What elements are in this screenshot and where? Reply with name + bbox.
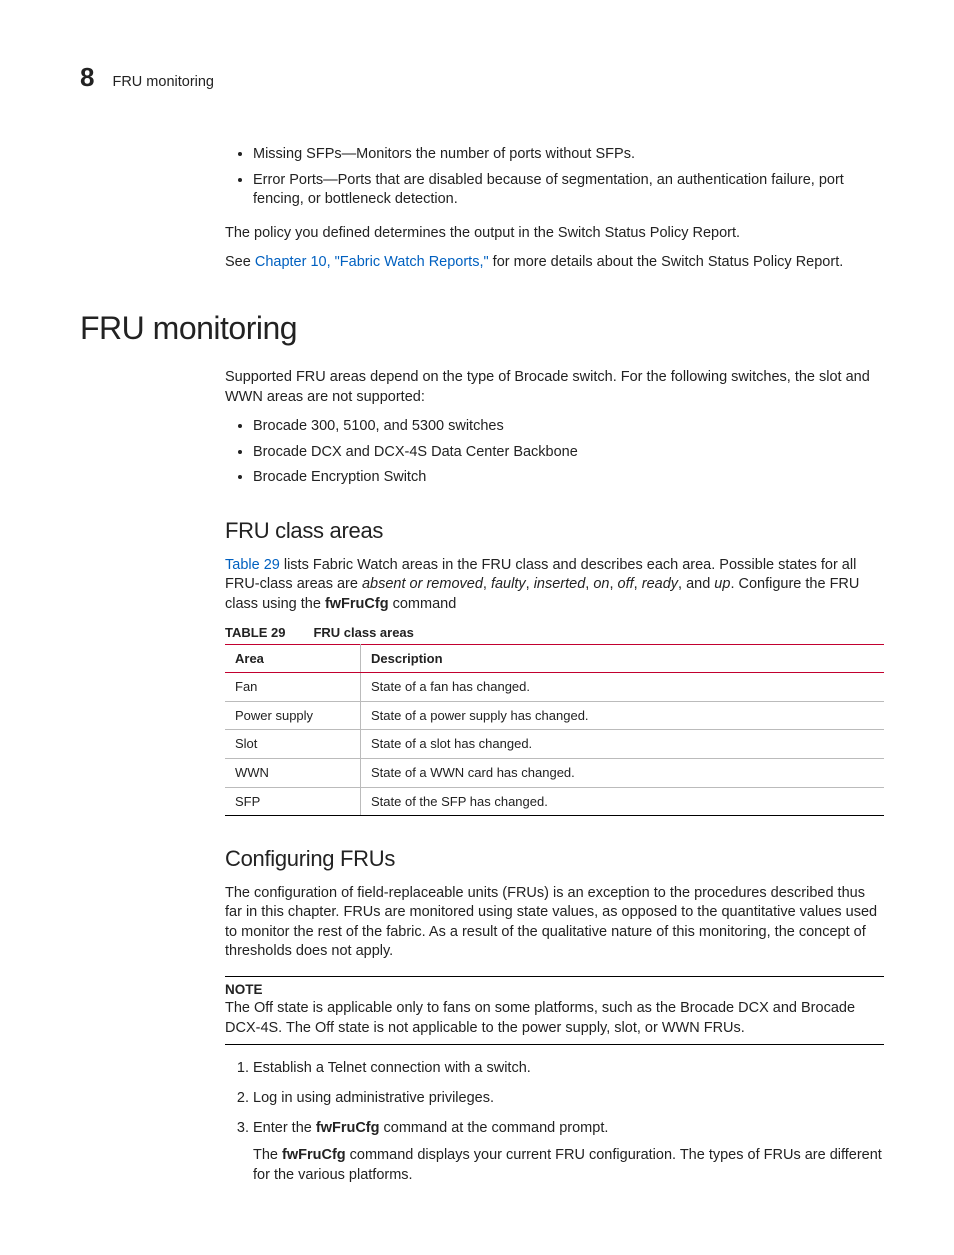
list-item: Error Ports—Ports that are disabled beca… bbox=[253, 171, 884, 210]
chapter-number: 8 bbox=[80, 60, 94, 95]
table-row: WWNState of a WWN card has changed. bbox=[225, 759, 884, 788]
table-title: FRU class areas bbox=[313, 625, 413, 640]
section-intro: Supported FRU areas depend on the type o… bbox=[225, 368, 884, 407]
text: command bbox=[389, 596, 457, 612]
list-item: Brocade Encryption Switch bbox=[253, 468, 884, 488]
command-name: fwFruCfg bbox=[316, 1120, 380, 1136]
state-term: faulty bbox=[491, 576, 526, 592]
fru-class-intro: Table 29 lists Fabric Watch areas in the… bbox=[225, 556, 884, 615]
note-label: NOTE bbox=[225, 981, 884, 999]
state-term: inserted bbox=[534, 576, 586, 592]
table-header-cell: Description bbox=[361, 644, 885, 673]
command-name: fwFruCfg bbox=[325, 596, 389, 612]
table-caption: TABLE 29 FRU class areas bbox=[225, 624, 884, 642]
text: command at the command prompt. bbox=[380, 1120, 609, 1136]
xref-link[interactable]: Chapter 10, "Fabric Watch Reports," bbox=[255, 254, 489, 270]
state-term: ready bbox=[642, 576, 678, 592]
table-row: Power supplyState of a power supply has … bbox=[225, 701, 884, 730]
table-number: TABLE 29 bbox=[225, 625, 285, 640]
list-item: Brocade 300, 5100, and 5300 switches bbox=[253, 417, 884, 437]
list-item: Missing SFPs—Monitors the number of port… bbox=[253, 145, 884, 165]
table-cell: Slot bbox=[225, 730, 361, 759]
state-term: off bbox=[618, 576, 634, 592]
state-term: up bbox=[714, 576, 730, 592]
table-cell: State of a slot has changed. bbox=[361, 730, 885, 759]
text: The bbox=[253, 1147, 282, 1163]
table-row: SFPState of the SFP has changed. bbox=[225, 787, 884, 816]
step-item: Log in using administrative privileges. bbox=[253, 1089, 884, 1109]
page-header: 8 FRU monitoring bbox=[80, 60, 884, 95]
step-followup: The fwFruCfg command displays your curre… bbox=[253, 1146, 884, 1185]
table-header-row: Area Description bbox=[225, 644, 884, 673]
running-head: FRU monitoring bbox=[112, 73, 214, 93]
intro-bullet-list: Missing SFPs—Monitors the number of port… bbox=[225, 145, 884, 210]
table-row: SlotState of a slot has changed. bbox=[225, 730, 884, 759]
text: for more details about the Switch Status… bbox=[489, 254, 844, 270]
table-cell: State of a WWN card has changed. bbox=[361, 759, 885, 788]
note-block: NOTE The Off state is applicable only to… bbox=[225, 976, 884, 1045]
fru-class-table: Area Description FanState of a fan has c… bbox=[225, 644, 884, 816]
step-item: Enter the fwFruCfg command at the comman… bbox=[253, 1119, 884, 1186]
table-cell: State of a power supply has changed. bbox=[361, 701, 885, 730]
switch-list: Brocade 300, 5100, and 5300 switches Bro… bbox=[225, 417, 884, 488]
subsection-heading: FRU class areas bbox=[225, 516, 884, 546]
note-text: The Off state is applicable only to fans… bbox=[225, 999, 884, 1038]
section-heading: FRU monitoring bbox=[80, 307, 884, 350]
procedure-steps: Establish a Telnet connection with a swi… bbox=[225, 1059, 884, 1185]
list-item: Brocade DCX and DCX-4S Data Center Backb… bbox=[253, 443, 884, 463]
subsection-heading: Configuring FRUs bbox=[225, 844, 884, 874]
step-item: Establish a Telnet connection with a swi… bbox=[253, 1059, 884, 1079]
table-cell: Fan bbox=[225, 673, 361, 702]
xref-link[interactable]: Table 29 bbox=[225, 557, 280, 573]
table-cell: SFP bbox=[225, 787, 361, 816]
text: Enter the bbox=[253, 1120, 316, 1136]
text: See bbox=[225, 254, 255, 270]
command-name: fwFruCfg bbox=[282, 1147, 346, 1163]
table-header-cell: Area bbox=[225, 644, 361, 673]
table-cell: State of a fan has changed. bbox=[361, 673, 885, 702]
table-cell: Power supply bbox=[225, 701, 361, 730]
text: command displays your current FRU config… bbox=[253, 1147, 882, 1183]
configuring-frus-intro: The configuration of field-replaceable u… bbox=[225, 884, 884, 962]
state-term: on bbox=[593, 576, 609, 592]
table-cell: WWN bbox=[225, 759, 361, 788]
table-row: FanState of a fan has changed. bbox=[225, 673, 884, 702]
table-cell: State of the SFP has changed. bbox=[361, 787, 885, 816]
intro-paragraph: The policy you defined determines the ou… bbox=[225, 224, 884, 244]
intro-paragraph-xref: See Chapter 10, "Fabric Watch Reports," … bbox=[225, 253, 884, 273]
state-term: absent or removed bbox=[362, 576, 483, 592]
